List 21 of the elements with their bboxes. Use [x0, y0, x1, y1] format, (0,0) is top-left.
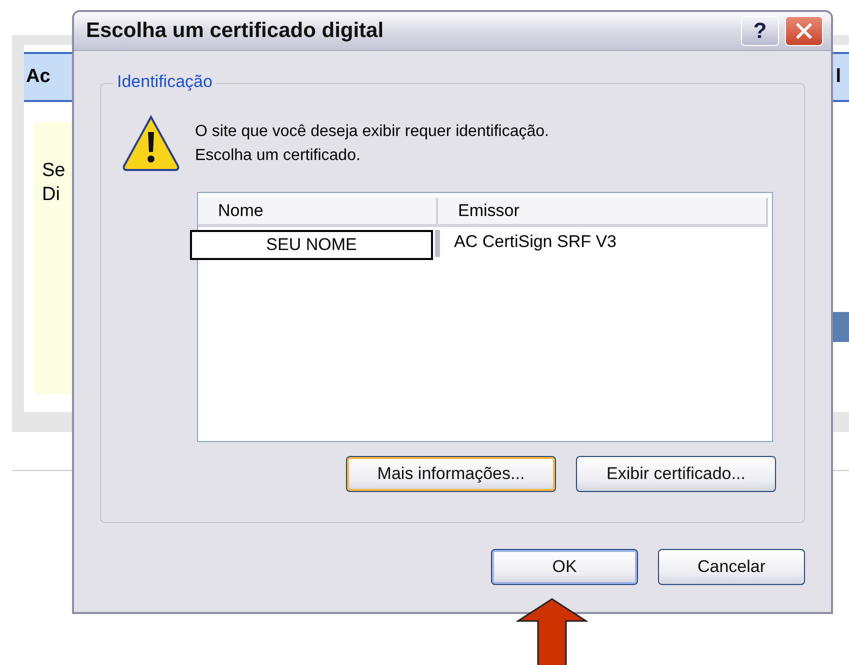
- dialog-button[interactable]: Mais informações...: [346, 456, 556, 492]
- header-text: l: [836, 66, 841, 88]
- panel-text: Se: [42, 160, 66, 182]
- message-text: O site que você deseja exibir requer identificação.: [195, 122, 549, 142]
- dialog-button[interactable]: Cancelar: [658, 549, 805, 585]
- message-text: Escolha um certificado.: [195, 146, 362, 166]
- dialog-button[interactable]: OK: [491, 549, 638, 585]
- dialog-button[interactable]: Exibir certificado...: [576, 456, 776, 492]
- help-button[interactable]: ?: [741, 16, 779, 46]
- column-header[interactable]: Nome: [198, 198, 438, 224]
- header-text: Ac: [26, 66, 50, 88]
- close-icon: [794, 21, 814, 41]
- column-header[interactable]: Emissor: [438, 198, 768, 224]
- close-button[interactable]: [785, 16, 823, 46]
- panel-text: Di: [42, 184, 61, 206]
- window-title: Escolha um certificado digital: [86, 19, 385, 43]
- issuer-cell[interactable]: AC CertiSign SRF V3: [440, 230, 616, 252]
- name-cell[interactable]: SEU NOME: [190, 230, 433, 260]
- group-legend: Identificação: [113, 72, 216, 92]
- up-arrow-icon: [516, 598, 588, 665]
- warning-icon: [121, 114, 181, 172]
